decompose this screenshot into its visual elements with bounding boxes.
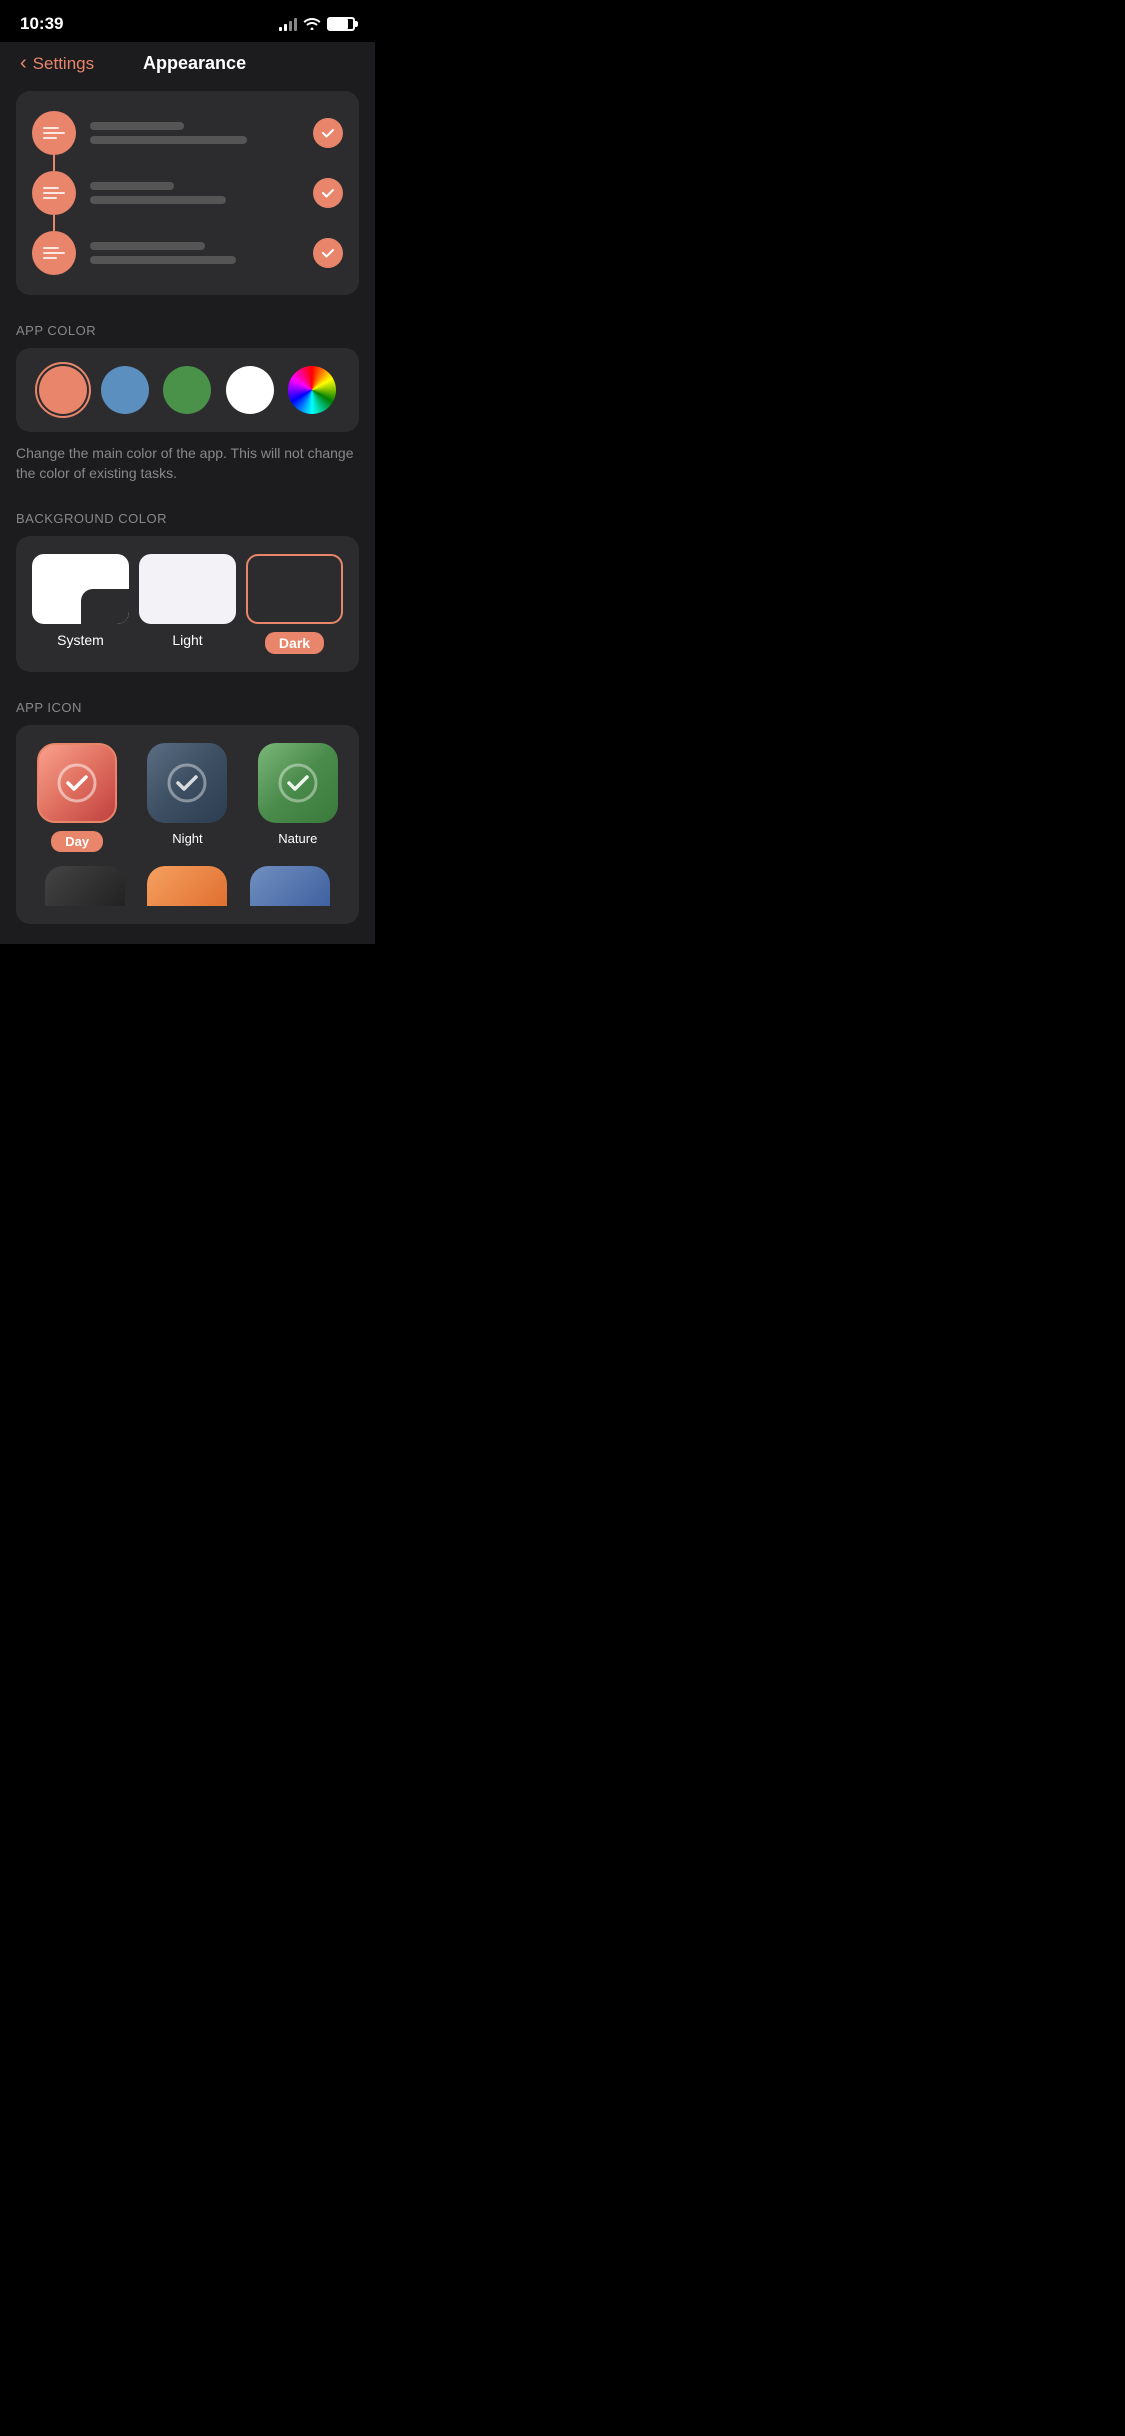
icon-label-nature: Nature [278, 831, 317, 846]
icon-partial-blue [250, 866, 330, 906]
icon-partial-orange [147, 866, 227, 906]
bg-color-label: BACKGROUND COLOR [16, 511, 359, 526]
icon-label-day: Day [51, 831, 103, 852]
icon-row-bottom [28, 866, 347, 906]
nav-bar: ‹ Settings Appearance [0, 42, 375, 91]
battery-icon [327, 17, 355, 31]
status-bar: 10:39 [0, 0, 375, 42]
preview-item-3 [32, 231, 343, 275]
color-picker-card [16, 348, 359, 432]
app-icon-day [37, 743, 117, 823]
check-icon-1 [320, 125, 336, 141]
color-salmon[interactable] [39, 366, 87, 414]
bg-thumbnail-light [139, 554, 236, 624]
app-icon-label: APP ICON [16, 700, 359, 715]
preview-item-2 [32, 171, 343, 215]
icon-label-night: Night [172, 831, 202, 846]
bg-color-card: System Light Dark [16, 536, 359, 672]
bg-label-dark: Dark [265, 632, 324, 654]
preview-lines-1 [90, 122, 299, 144]
check-circle-1 [313, 118, 343, 148]
bg-option-system[interactable]: System [32, 554, 129, 648]
bg-options: System Light Dark [32, 554, 343, 654]
icon-bottom-1 [40, 866, 130, 906]
bg-option-dark[interactable]: Dark [246, 554, 343, 654]
wifi-icon [303, 16, 321, 33]
color-green[interactable] [163, 366, 211, 414]
preview-lines-2 [90, 182, 299, 204]
app-icon-nature [258, 743, 338, 823]
color-blue[interactable] [101, 366, 149, 414]
night-icon-svg [162, 758, 212, 808]
status-time: 10:39 [20, 14, 63, 34]
icon-partial-dark [45, 866, 125, 906]
color-white[interactable] [226, 366, 274, 414]
color-rainbow[interactable] [288, 366, 336, 414]
preview-card [16, 91, 359, 295]
back-button[interactable]: ‹ Settings [20, 52, 94, 75]
icon-grid-card: Day Night [16, 725, 359, 924]
bg-label-system: System [57, 632, 104, 648]
color-hint: Change the main color of the app. This w… [16, 444, 359, 483]
preview-item-1 [32, 111, 343, 155]
main-content: APP COLOR Change the main color of the a… [0, 91, 375, 944]
check-icon-2 [320, 185, 336, 201]
check-icon-3 [320, 245, 336, 261]
preview-circle-2 [32, 171, 76, 215]
icon-item-nature[interactable]: Nature [258, 743, 338, 852]
preview-lines-3 [90, 242, 299, 264]
preview-circle-3 [32, 231, 76, 275]
list-icon-2 [43, 187, 65, 199]
check-circle-2 [313, 178, 343, 208]
bg-option-light[interactable]: Light [139, 554, 236, 648]
icon-bottom-3 [245, 866, 335, 906]
page-title: Appearance [94, 53, 295, 74]
bg-label-light: Light [172, 632, 202, 648]
nature-icon-svg [273, 758, 323, 808]
preview-circle-1 [32, 111, 76, 155]
list-icon-3 [43, 247, 65, 259]
list-icon-1 [43, 127, 65, 139]
app-color-label: APP COLOR [16, 323, 359, 338]
icon-item-night[interactable]: Night [147, 743, 227, 852]
icon-item-day[interactable]: Day [37, 743, 117, 852]
day-icon-svg [52, 758, 102, 808]
check-circle-3 [313, 238, 343, 268]
bg-thumbnail-dark [246, 554, 343, 624]
back-chevron-icon: ‹ [20, 52, 27, 75]
back-label: Settings [33, 54, 94, 74]
icon-grid: Day Night [28, 743, 347, 852]
bg-thumbnail-system [32, 554, 129, 624]
icon-bottom-2 [142, 866, 232, 906]
app-icon-night [147, 743, 227, 823]
signal-icon [279, 17, 297, 31]
status-icons [279, 16, 355, 33]
